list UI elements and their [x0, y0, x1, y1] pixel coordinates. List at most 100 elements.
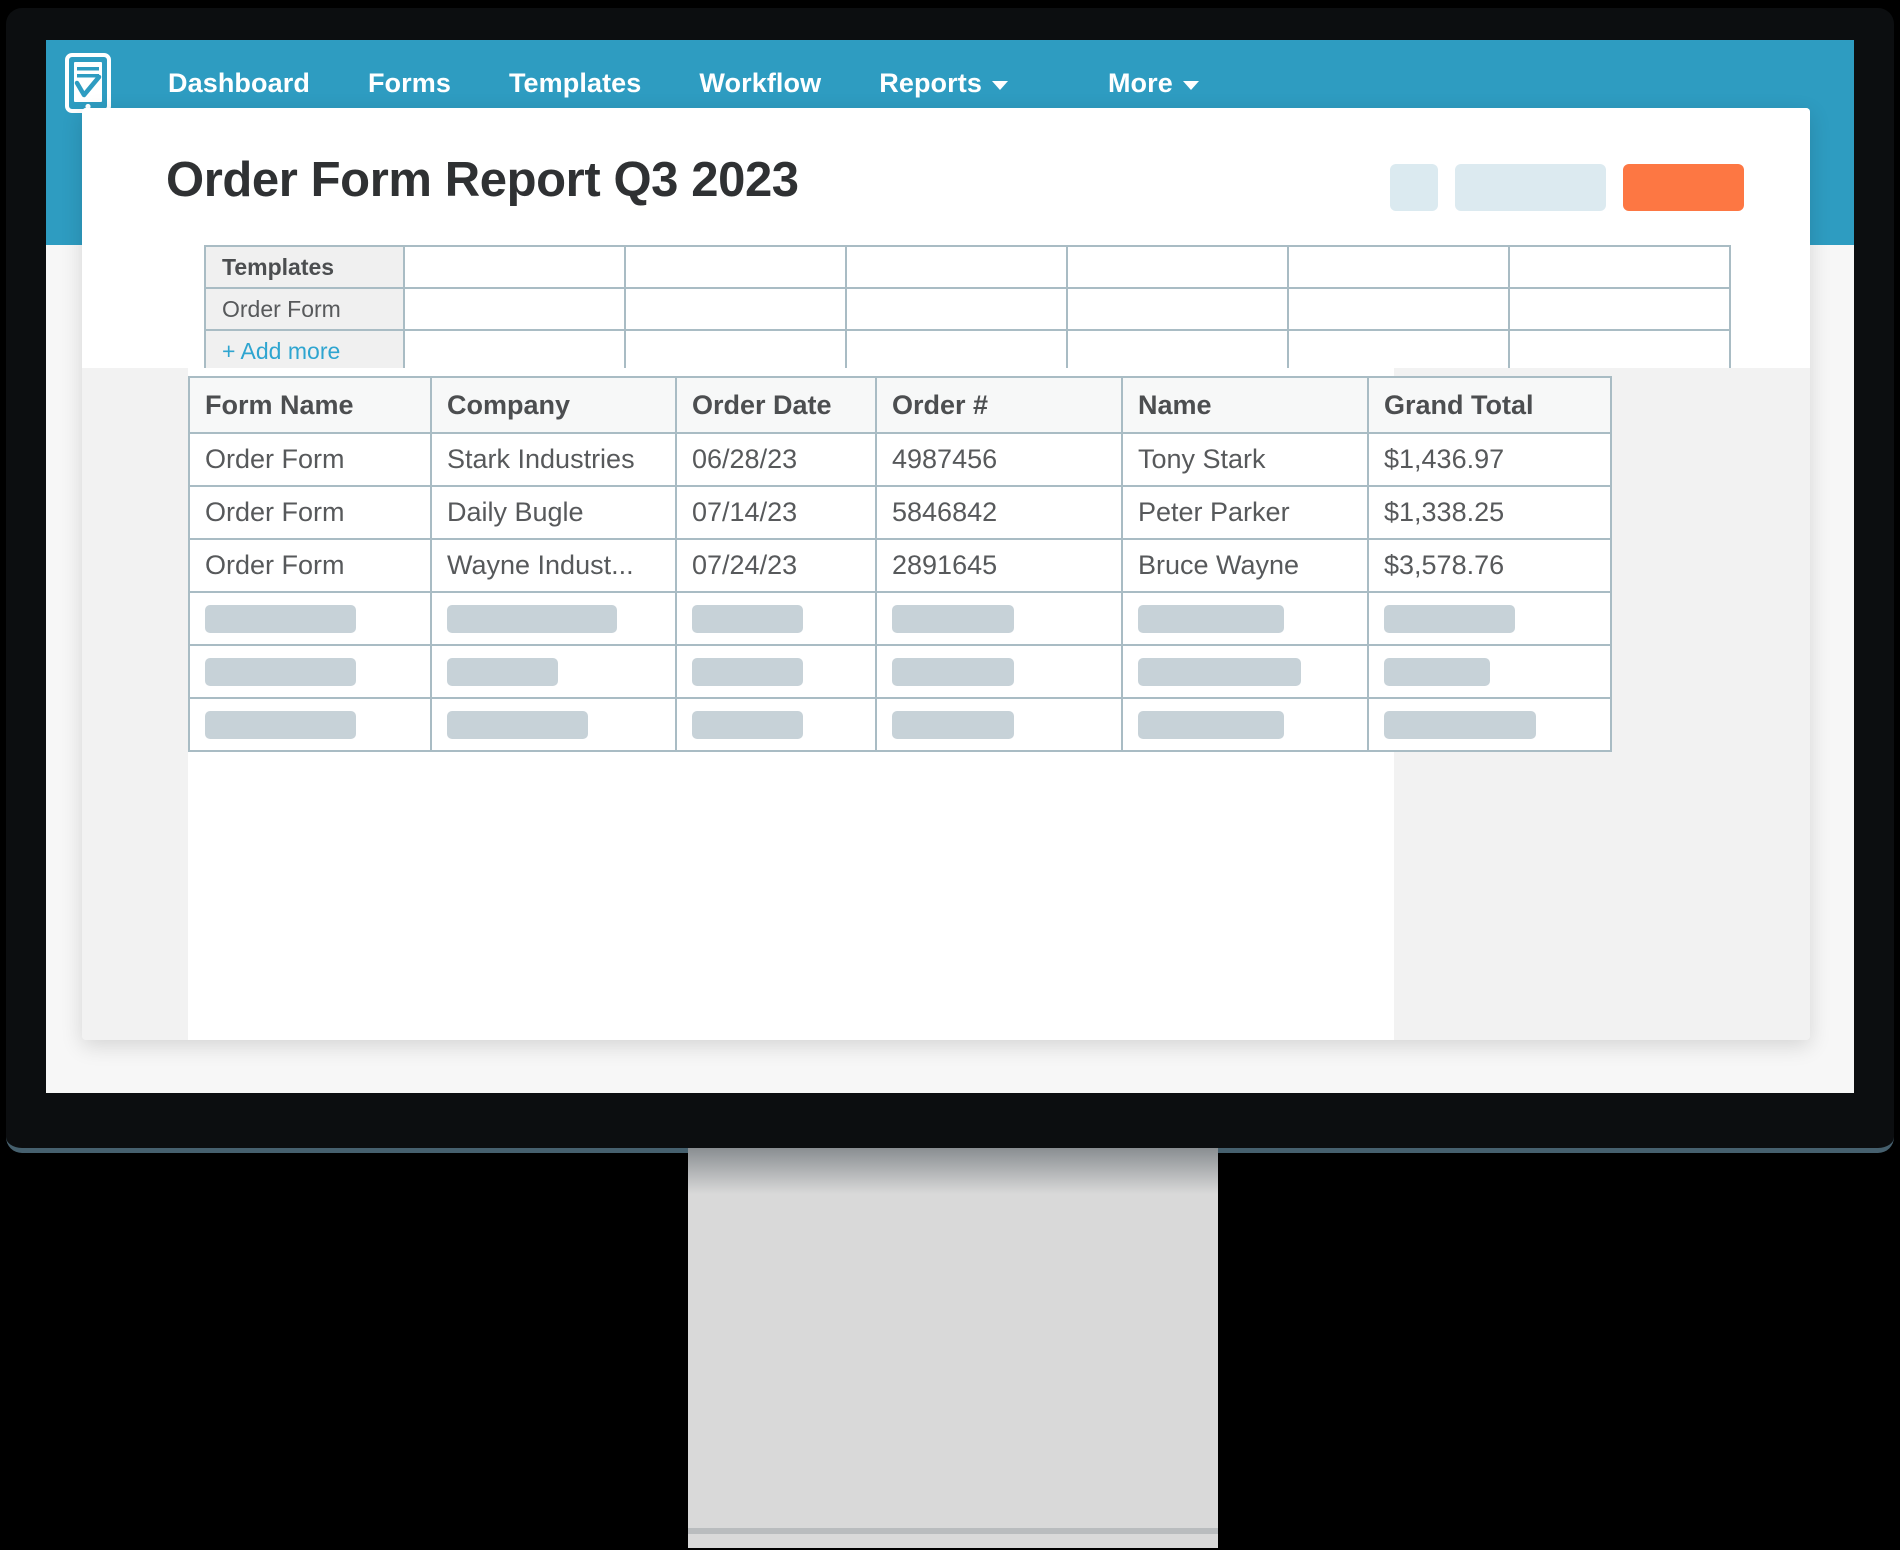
nav-item-more[interactable]: More: [1108, 68, 1199, 99]
templates-cell[interactable]: [845, 287, 1068, 331]
cell-placeholder: [1367, 591, 1612, 646]
cell-placeholder: [1367, 697, 1612, 752]
icon-button-placeholder[interactable]: [1390, 164, 1438, 211]
chevron-down-icon: [991, 81, 1008, 90]
cell-placeholder: [188, 591, 432, 646]
skeleton-bar: [1138, 604, 1284, 633]
report-table: Form Name Company Order Date Order # Nam…: [188, 376, 1612, 752]
main-nav: Dashboard Forms Templates Workflow Repor…: [168, 68, 1257, 99]
column-header-grand-total[interactable]: Grand Total: [1367, 376, 1612, 434]
nav-item-templates[interactable]: Templates: [509, 68, 641, 99]
skeleton-bar: [1384, 657, 1490, 686]
header-actions: [1390, 164, 1744, 211]
application-window: Dashboard Forms Templates Workflow Repor…: [46, 40, 1854, 1093]
cell-grand-total: $1,436.97: [1367, 432, 1612, 487]
templates-cell[interactable]: [1066, 329, 1289, 373]
cell-placeholder: [430, 697, 677, 752]
skeleton-bar: [205, 604, 357, 633]
skeleton-bar: [892, 710, 1014, 739]
nav-label-reports: Reports: [879, 68, 982, 98]
skeleton-bar: [692, 604, 803, 633]
cell-placeholder: [675, 591, 877, 646]
cell-order-date: 07/24/23: [675, 538, 877, 593]
templates-cell[interactable]: [1508, 329, 1731, 373]
cell-placeholder: [1367, 644, 1612, 699]
column-header-company[interactable]: Company: [430, 376, 677, 434]
monitor-stand: [688, 1148, 1218, 1548]
nav-item-reports[interactable]: Reports: [879, 68, 1008, 99]
cell-company: Daily Bugle: [430, 485, 677, 540]
nav-item-dashboard[interactable]: Dashboard: [168, 68, 310, 99]
skeleton-bar: [447, 710, 588, 739]
cell-placeholder: [675, 644, 877, 699]
table-row-placeholder: [188, 697, 1612, 752]
templates-cell[interactable]: [624, 287, 847, 331]
templates-cell[interactable]: [1287, 287, 1510, 331]
cell-order-number: 5846842: [875, 485, 1123, 540]
templates-cell[interactable]: [845, 329, 1068, 373]
cell-placeholder: [188, 644, 432, 699]
nav-label-more: More: [1107, 68, 1173, 98]
cell-order-date: 07/14/23: [675, 485, 877, 540]
templates-add-row: + Add more: [204, 329, 1731, 373]
skeleton-bar: [1384, 604, 1515, 633]
nav-item-workflow[interactable]: Workflow: [699, 68, 821, 99]
cell-form-name: Order Form: [188, 432, 432, 487]
templates-cell[interactable]: [624, 329, 847, 373]
nav-label-workflow: Workflow: [699, 68, 822, 98]
skeleton-bar: [447, 604, 618, 633]
templates-item-row: Order Form: [204, 287, 1731, 331]
cell-order-date: 06/28/23: [675, 432, 877, 487]
templates-cell[interactable]: [1066, 245, 1289, 289]
table-row-placeholder: [188, 591, 1612, 646]
add-more-link[interactable]: + Add more: [204, 329, 405, 373]
clipboard-check-icon[interactable]: [64, 53, 112, 113]
templates-cell[interactable]: [1287, 329, 1510, 373]
monitor: Dashboard Forms Templates Workflow Repor…: [0, 0, 1900, 1160]
cell-company: Wayne Indust...: [430, 538, 677, 593]
cell-name: Bruce Wayne: [1121, 538, 1369, 593]
templates-cell[interactable]: [403, 245, 626, 289]
table-row[interactable]: Order Form Stark Industries 06/28/23 498…: [188, 432, 1612, 487]
column-header-name[interactable]: Name: [1121, 376, 1369, 434]
templates-cell[interactable]: [624, 245, 847, 289]
cell-order-number: 2891645: [875, 538, 1123, 593]
secondary-button-placeholder[interactable]: [1455, 164, 1606, 211]
templates-cell[interactable]: [845, 245, 1068, 289]
cell-order-number: 4987456: [875, 432, 1123, 487]
nav-item-forms[interactable]: Forms: [368, 68, 451, 99]
templates-cell[interactable]: [1508, 245, 1731, 289]
column-header-form-name[interactable]: Form Name: [188, 376, 432, 434]
card-header: Order Form Report Q3 2023 Templates Orde…: [82, 108, 1810, 373]
table-header-row: Form Name Company Order Date Order # Nam…: [188, 376, 1612, 434]
templates-cell[interactable]: [403, 329, 626, 373]
primary-button-placeholder[interactable]: [1623, 164, 1744, 211]
cell-name: Tony Stark: [1121, 432, 1369, 487]
column-header-order-date[interactable]: Order Date: [675, 376, 877, 434]
monitor-screen: Dashboard Forms Templates Workflow Repor…: [46, 40, 1854, 1093]
templates-cell[interactable]: [403, 287, 626, 331]
skeleton-bar: [1384, 710, 1536, 739]
skeleton-bar: [205, 657, 357, 686]
templates-panel: Templates Order Form + Add more: [204, 245, 1731, 373]
cell-name: Peter Parker: [1121, 485, 1369, 540]
cell-grand-total: $1,338.25: [1367, 485, 1612, 540]
column-header-order-number[interactable]: Order #: [875, 376, 1123, 434]
templates-cell[interactable]: [1066, 287, 1289, 331]
chevron-down-icon: [1182, 81, 1199, 90]
cell-placeholder: [875, 697, 1123, 752]
cell-grand-total: $3,578.76: [1367, 538, 1612, 593]
cell-form-name: Order Form: [188, 538, 432, 593]
template-name-order-form[interactable]: Order Form: [204, 287, 405, 331]
skeleton-bar: [447, 657, 558, 686]
table-row[interactable]: Order Form Wayne Indust... 07/24/23 2891…: [188, 538, 1612, 593]
report-body: Form Name Company Order Date Order # Nam…: [82, 368, 1810, 1040]
templates-cell[interactable]: [1287, 245, 1510, 289]
templates-header-row: Templates: [204, 245, 1731, 289]
cell-placeholder: [875, 644, 1123, 699]
templates-cell[interactable]: [1508, 287, 1731, 331]
cell-company: Stark Industries: [430, 432, 677, 487]
skeleton-bar: [692, 657, 803, 686]
nav-label-forms: Forms: [367, 68, 451, 98]
table-row[interactable]: Order Form Daily Bugle 07/14/23 5846842 …: [188, 485, 1612, 540]
